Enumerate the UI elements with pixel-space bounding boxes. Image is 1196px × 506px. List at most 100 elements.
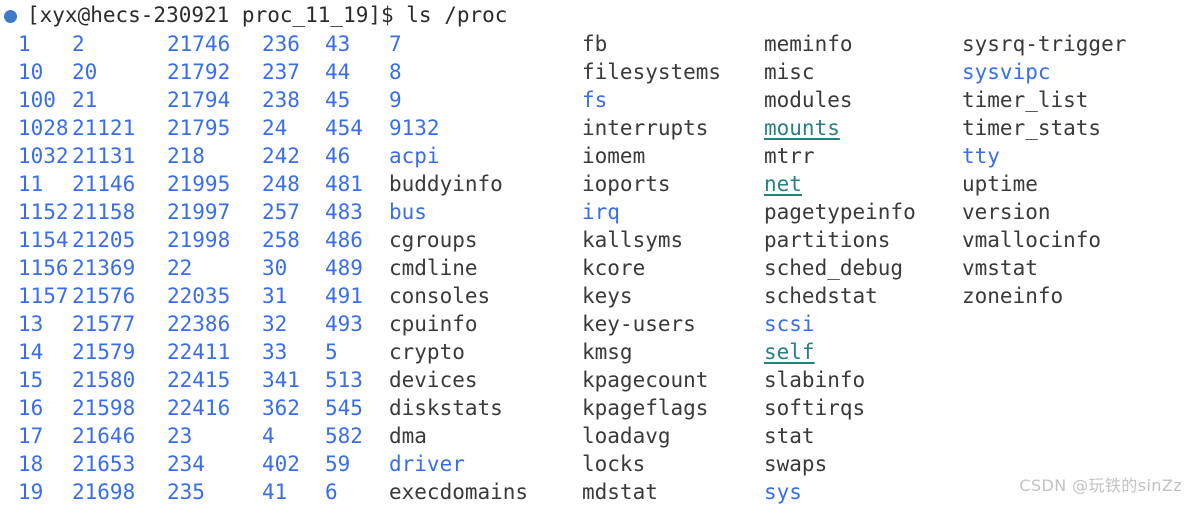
ls-entry: 341 — [262, 368, 300, 392]
ls-entry: mounts — [764, 116, 840, 140]
ls-entry: 242 — [262, 144, 300, 168]
ls-entry: 545 — [325, 396, 363, 420]
ls-entry: 24 — [262, 116, 288, 140]
ls-entry: 21795 — [167, 116, 231, 140]
ls-entry: sched_debug — [764, 256, 904, 280]
ls-entry: 489 — [325, 256, 363, 280]
ls-entry: schedstat — [764, 284, 878, 308]
output-row: 1028 21121 21795 24 454 9132 interrupts mounts t… — [0, 114, 1196, 142]
ls-entry: crypto — [389, 340, 465, 364]
ls-entry: 21579 — [72, 340, 136, 364]
output-row: 17 21646 23 4 582 dma loadavg stat — [0, 422, 1196, 450]
ls-entry: 481 — [325, 172, 363, 196]
ls-entry: 18 — [18, 452, 44, 476]
output-row: 18 21653 234 402 59 driver locks swaps — [0, 450, 1196, 478]
ls-entry: 513 — [325, 368, 363, 392]
ls-entry: 21580 — [72, 368, 136, 392]
ls-entry: filesystems — [582, 60, 722, 84]
ls-entry: 237 — [262, 60, 300, 84]
ls-entry: 21998 — [167, 228, 231, 252]
ls-entry: 21146 — [72, 172, 136, 196]
ls-entry: 22416 — [167, 396, 231, 420]
ls-entry: 21369 — [72, 256, 136, 280]
ls-entry: kmsg — [582, 340, 633, 364]
ls-entry: 362 — [262, 396, 300, 420]
output-row: 11 21146 21995 248 481 buddyinfo ioports net upt… — [0, 170, 1196, 198]
ls-entry: ioports — [582, 172, 671, 196]
ls-entry: tty — [962, 144, 1000, 168]
terminal-window[interactable]: [xyx@hecs-230921 proc_11_19]$ ls /proc 1… — [0, 0, 1196, 504]
ls-entry: 10 — [18, 60, 44, 84]
ls-entry: 257 — [262, 200, 300, 224]
ls-entry: 44 — [325, 60, 351, 84]
ls-entry: vmallocinfo — [962, 228, 1102, 252]
output-row: 100 21 21794 238 45 9 fs modules timer_list — [0, 86, 1196, 114]
status-bullet-icon — [4, 10, 17, 23]
ls-entry: 21205 — [72, 228, 136, 252]
ls-entry: fs — [582, 88, 608, 112]
prompt-line: [xyx@hecs-230921 proc_11_19]$ ls /proc — [0, 0, 1196, 30]
output-row: 1 2 21746 236 43 7 fb meminfo sysrq-trigger — [0, 30, 1196, 58]
ls-entry: diskstats — [389, 396, 503, 420]
ls-entry: 1154 — [18, 228, 69, 252]
ls-entry: meminfo — [764, 32, 853, 56]
ls-entry: consoles — [389, 284, 491, 308]
ls-entry: 21653 — [72, 452, 136, 476]
ls-entry: iomem — [582, 144, 646, 168]
ls-entry: irq — [582, 200, 620, 224]
ls-entry: interrupts — [582, 116, 709, 140]
ls-entry: sysrq-trigger — [962, 32, 1127, 56]
ls-entry: 1157 — [18, 284, 69, 308]
ls-entry: vmstat — [962, 256, 1038, 280]
ls-entry: 20 — [72, 60, 98, 84]
ls-entry: 100 — [18, 88, 56, 112]
ls-entry: 454 — [325, 116, 363, 140]
ls-entry: 1028 — [18, 116, 69, 140]
ls-entry: 21158 — [72, 200, 136, 224]
ls-entry: devices — [389, 368, 478, 392]
ls-entry: 21121 — [72, 116, 136, 140]
ls-entry: 483 — [325, 200, 363, 224]
ls-entry: 486 — [325, 228, 363, 252]
ls-entry: 15 — [18, 368, 44, 392]
ls-entry: key-users — [582, 312, 696, 336]
ls-entry: 17 — [18, 424, 44, 448]
prompt-command-text: [xyx@hecs-230921 proc_11_19]$ ls /proc — [27, 3, 508, 27]
ls-entry: 22415 — [167, 368, 231, 392]
ls-entry: acpi — [389, 144, 440, 168]
ls-entry: 258 — [262, 228, 300, 252]
ls-entry: 238 — [262, 88, 300, 112]
ls-entry: loadavg — [582, 424, 671, 448]
ls-entry: 21995 — [167, 172, 231, 196]
ls-entry: bus — [389, 200, 427, 224]
command-output: 1 2 21746 236 43 7 fb meminfo sysrq-trigger 10 20 2… — [0, 30, 1196, 506]
ls-entry: 21792 — [167, 60, 231, 84]
output-row: 14 21579 22411 33 5 crypto kmsg self — [0, 338, 1196, 366]
ls-entry: locks — [582, 452, 646, 476]
ls-entry: 22035 — [167, 284, 231, 308]
ls-entry: 31 — [262, 284, 288, 308]
ls-entry: kpageflags — [582, 396, 709, 420]
ls-entry: 21577 — [72, 312, 136, 336]
ls-entry: sysvipc — [962, 60, 1051, 84]
ls-entry: 21598 — [72, 396, 136, 420]
output-row: 1032 21131 218 242 46 acpi iomem mtrr tty — [0, 142, 1196, 170]
ls-entry: swaps — [764, 452, 828, 476]
ls-entry: 582 — [325, 424, 363, 448]
ls-entry: 33 — [262, 340, 288, 364]
ls-entry: 9132 — [389, 116, 440, 140]
ls-entry: 4 — [262, 424, 275, 448]
ls-entry: 22386 — [167, 312, 231, 336]
ls-entry: 14 — [18, 340, 44, 364]
ls-entry: 21 — [72, 88, 98, 112]
output-row: 13 21577 22386 32 493 cpuinfo key-users scsi — [0, 310, 1196, 338]
output-row: 16 21598 22416 362 545 diskstats kpageflags sof… — [0, 394, 1196, 422]
ls-entry: net — [764, 172, 802, 196]
ls-entry: misc — [764, 60, 815, 84]
ls-entry: 1 — [18, 32, 31, 56]
output-row: 10 20 21792 237 44 8 filesystems misc sysvipc — [0, 58, 1196, 86]
ls-entry: kpagecount — [582, 368, 709, 392]
ls-entry: self — [764, 340, 815, 364]
ls-entry: 46 — [325, 144, 351, 168]
ls-entry: 1152 — [18, 200, 69, 224]
